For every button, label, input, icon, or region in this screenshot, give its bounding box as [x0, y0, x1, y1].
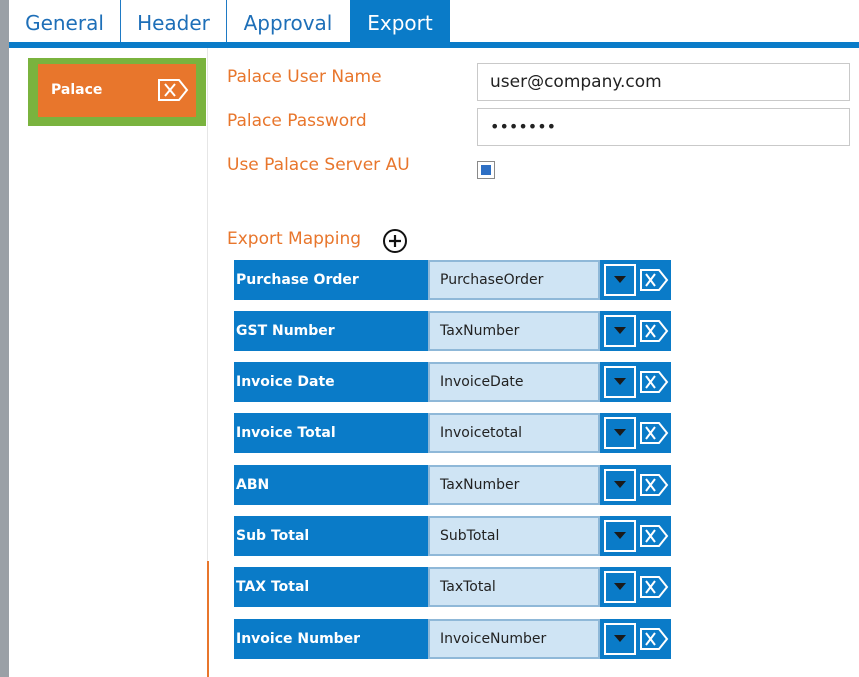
mapping-actions	[600, 567, 671, 607]
dropdown-button[interactable]	[604, 366, 636, 398]
tab-underline	[9, 42, 859, 48]
mapping-row: Purchase Order PurchaseOrder	[234, 260, 671, 300]
remove-x-icon[interactable]	[639, 421, 669, 445]
chevron-down-icon	[614, 429, 626, 436]
mapping-row: Invoice Date InvoiceDate	[234, 362, 671, 402]
mapping-actions	[600, 619, 671, 659]
remove-x-icon[interactable]	[639, 627, 669, 651]
chevron-down-icon	[614, 276, 626, 283]
exporter-card-inner: Palace	[38, 64, 196, 117]
dropdown-button[interactable]	[604, 315, 636, 347]
mapping-field-label: Invoice Number	[234, 619, 428, 659]
remove-x-icon[interactable]	[157, 78, 189, 102]
chevron-down-icon	[614, 378, 626, 385]
user-name-input[interactable]: user@company.com	[477, 63, 850, 101]
mapping-value-select[interactable]: InvoiceNumber	[428, 619, 600, 659]
window-left-edge	[0, 0, 9, 677]
mapping-value-select[interactable]: TaxTotal	[428, 567, 600, 607]
mapping-value-select[interactable]: TaxNumber	[428, 465, 600, 505]
remove-x-icon[interactable]	[639, 575, 669, 599]
password-input[interactable]: •••••••	[477, 108, 850, 146]
mapping-field-label: Invoice Date	[234, 362, 428, 402]
export-mapping-title: Export Mapping	[227, 229, 362, 249]
mapping-value-select[interactable]: PurchaseOrder	[428, 260, 600, 300]
dropdown-button[interactable]	[604, 571, 636, 603]
dropdown-button[interactable]	[604, 417, 636, 449]
server-au-checkbox[interactable]	[477, 161, 495, 179]
mapping-row: GST Number TaxNumber	[234, 311, 671, 351]
mapping-actions	[600, 413, 671, 453]
dropdown-button[interactable]	[604, 623, 636, 655]
mapping-field-label: Invoice Total	[234, 413, 428, 453]
server-au-label: Use Palace Server AU	[227, 155, 410, 175]
tab-bar: General Header Approval Export	[9, 0, 859, 42]
mapping-row: Sub Total SubTotal	[234, 516, 671, 556]
chevron-down-icon	[614, 327, 626, 334]
dropdown-button[interactable]	[604, 469, 636, 501]
user-name-label: Palace User Name	[227, 67, 382, 87]
chevron-down-icon	[614, 583, 626, 590]
mapping-value-select[interactable]: TaxNumber	[428, 311, 600, 351]
mapping-row: TAX Total TaxTotal	[234, 567, 671, 607]
mapping-field-label: GST Number	[234, 311, 428, 351]
pane-divider-accent	[207, 561, 209, 677]
password-label: Palace Password	[227, 111, 367, 131]
exporter-card-palace[interactable]: Palace	[28, 58, 206, 126]
dropdown-button[interactable]	[604, 264, 636, 296]
mapping-row: Invoice Number InvoiceNumber	[234, 619, 671, 659]
exporter-label: Palace	[51, 82, 103, 98]
mapping-value-select[interactable]: InvoiceDate	[428, 362, 600, 402]
dropdown-button[interactable]	[604, 520, 636, 552]
add-circle-icon[interactable]	[382, 228, 408, 254]
mapping-value-select[interactable]: SubTotal	[428, 516, 600, 556]
remove-x-icon[interactable]	[639, 370, 669, 394]
mapping-actions	[600, 260, 671, 300]
mapping-field-label: TAX Total	[234, 567, 428, 607]
tab-approval[interactable]: Approval	[227, 0, 349, 42]
checkbox-checked-mark	[481, 165, 491, 175]
chevron-down-icon	[614, 635, 626, 642]
mapping-value-select[interactable]: Invoicetotal	[428, 413, 600, 453]
mapping-actions	[600, 516, 671, 556]
mapping-row: Invoice Total Invoicetotal	[234, 413, 671, 453]
remove-x-icon[interactable]	[639, 524, 669, 548]
remove-x-icon[interactable]	[639, 473, 669, 497]
mapping-field-label: ABN	[234, 465, 428, 505]
remove-x-icon[interactable]	[639, 319, 669, 343]
mapping-actions	[600, 362, 671, 402]
mapping-field-label: Sub Total	[234, 516, 428, 556]
mapping-actions	[600, 311, 671, 351]
mapping-actions	[600, 465, 671, 505]
tab-export[interactable]: Export	[350, 0, 450, 42]
tab-header[interactable]: Header	[121, 0, 227, 42]
chevron-down-icon	[614, 481, 626, 488]
mapping-field-label: Purchase Order	[234, 260, 428, 300]
tab-general[interactable]: General	[9, 0, 121, 42]
mapping-row: ABN TaxNumber	[234, 465, 671, 505]
chevron-down-icon	[614, 532, 626, 539]
remove-x-icon[interactable]	[639, 268, 669, 292]
